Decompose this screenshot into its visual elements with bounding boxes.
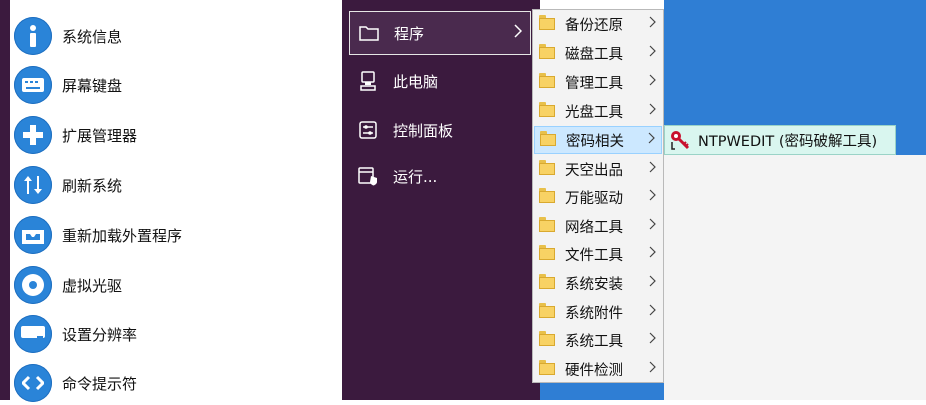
- chevron-right-icon: [649, 246, 656, 262]
- tool-item-resolution[interactable]: 设置分辨率: [14, 312, 137, 356]
- chevron-right-icon: [649, 16, 656, 32]
- tool-item-reload-external[interactable]: 重新加载外置程序: [14, 213, 182, 257]
- tool-item-extension-manager[interactable]: 扩展管理器: [14, 113, 137, 157]
- folder-icon: [539, 303, 555, 318]
- run-icon: [357, 165, 379, 187]
- submenu-label: 硬件检测: [565, 362, 623, 379]
- folder-icon: [540, 131, 556, 146]
- submenu-label: 万能驱动: [565, 190, 623, 207]
- tool-label: 扩展管理器: [62, 126, 138, 145]
- tool-label: 虚拟光驱: [62, 276, 123, 295]
- submenu-label: 光盘工具: [565, 104, 623, 121]
- start-menu-label: 运行...: [393, 167, 438, 186]
- chevron-right-icon: [648, 132, 655, 148]
- submenu-item-accessories[interactable]: 系统附件: [534, 298, 662, 326]
- tool-item-system-info[interactable]: 系统信息: [14, 14, 122, 58]
- chevron-right-icon: [649, 74, 656, 90]
- ntpwedit-label: NTPWEDIT (密码破解工具): [698, 133, 878, 150]
- chevron-right-icon: [649, 361, 656, 377]
- disc-icon: [14, 266, 52, 304]
- submenu-label: 系统安装: [565, 276, 623, 293]
- start-menu-item-programs[interactable]: 程序: [349, 11, 531, 55]
- chevron-right-icon: [514, 24, 523, 42]
- tool-label: 命令提示符: [62, 374, 138, 393]
- tool-label: 重新加载外置程序: [62, 226, 183, 245]
- submenu-label: 天空出品: [565, 162, 623, 179]
- start-menu: 程序 此电脑 控制面板 运行...: [342, 0, 540, 400]
- folder-icon: [539, 73, 555, 88]
- chevron-right-icon: [649, 189, 656, 205]
- tool-item-virtual-drive[interactable]: 虚拟光驱: [14, 263, 122, 307]
- folder-icon: [539, 44, 555, 59]
- start-menu-item-run[interactable]: 运行...: [349, 155, 531, 197]
- refresh-arrows-icon: [14, 166, 52, 204]
- resolution-icon: [14, 315, 52, 353]
- submenu-item-universal-driver[interactable]: 万能驱动: [534, 183, 662, 211]
- folder-icon: [539, 188, 555, 203]
- submenu-label: 密码相关: [566, 133, 624, 150]
- tool-label: 刷新系统: [62, 176, 123, 195]
- tray-icon: [14, 216, 52, 254]
- submenu-label: 系统工具: [565, 333, 623, 350]
- submenu-item-hardware-detect[interactable]: 硬件检测: [534, 355, 662, 383]
- tool-label: 系统信息: [62, 27, 123, 46]
- submenu-item-system-install[interactable]: 系统安装: [534, 269, 662, 297]
- start-menu-label: 程序: [394, 24, 425, 43]
- submenu-item-admin-tools[interactable]: 管理工具: [534, 68, 662, 96]
- password-submenu-item-ntpwedit[interactable]: NTPWEDIT (密码破解工具): [664, 125, 896, 155]
- plus-icon: [14, 116, 52, 154]
- folder-icon: [539, 274, 555, 289]
- submenu-label: 文件工具: [565, 247, 623, 264]
- chevron-right-icon: [649, 304, 656, 320]
- folder-icon: [539, 217, 555, 232]
- tools-panel: 系统信息 屏幕键盘 扩展管理器 刷新系统 重新加载外置程序 虚拟光驱 设置分辨率…: [10, 0, 342, 402]
- tool-item-refresh-system[interactable]: 刷新系统: [14, 163, 122, 207]
- submenu-label: 管理工具: [565, 75, 623, 92]
- tool-label: 屏幕键盘: [62, 76, 123, 95]
- submenu-item-tiankong[interactable]: 天空出品: [534, 155, 662, 183]
- submenu-item-system-tools[interactable]: 系统工具: [534, 326, 662, 354]
- folder-icon: [539, 160, 555, 175]
- chevron-right-icon: [649, 161, 656, 177]
- start-menu-label: 控制面板: [393, 121, 454, 140]
- folder-icon: [539, 331, 555, 346]
- start-menu-item-control-panel[interactable]: 控制面板: [349, 109, 531, 151]
- chevron-right-icon: [649, 45, 656, 61]
- keyboard-icon: [14, 66, 52, 104]
- tool-item-onscreen-keyboard[interactable]: 屏幕键盘: [14, 63, 122, 107]
- computer-icon: [357, 70, 379, 92]
- folder-icon: [539, 15, 555, 30]
- submenu-label: 网络工具: [565, 219, 623, 236]
- tool-item-command-prompt[interactable]: 命令提示符: [14, 361, 137, 405]
- chevron-right-icon: [649, 218, 656, 234]
- submenu-label: 系统附件: [565, 305, 623, 322]
- folder-icon: [539, 360, 555, 375]
- submenu-item-network-tools[interactable]: 网络工具: [534, 212, 662, 240]
- folder-icon: [358, 22, 380, 44]
- submenu-item-disc-tools[interactable]: 光盘工具: [534, 97, 662, 125]
- start-menu-item-this-pc[interactable]: 此电脑: [349, 60, 531, 102]
- desktop-edge: [0, 0, 10, 400]
- submenu-item-backup-restore[interactable]: 备份还原: [534, 10, 662, 38]
- chevron-right-icon: [649, 275, 656, 291]
- programs-submenu: 备份还原 磁盘工具 管理工具 光盘工具 密码相关 天空出品 万能驱动 网络工具: [532, 9, 664, 383]
- start-menu-label: 此电脑: [393, 72, 439, 91]
- tool-label: 设置分辨率: [62, 325, 138, 344]
- submenu-item-disk-tools[interactable]: 磁盘工具: [534, 39, 662, 67]
- control-panel-icon: [357, 119, 379, 141]
- submenu-item-file-tools[interactable]: 文件工具: [534, 240, 662, 268]
- folder-icon: [539, 245, 555, 260]
- desktop-strip: [540, 383, 664, 400]
- submenu-item-password[interactable]: 密码相关: [534, 126, 662, 154]
- chevron-right-icon: [649, 103, 656, 119]
- code-icon: [14, 364, 52, 402]
- submenu-label: 磁盘工具: [565, 46, 623, 63]
- folder-icon: [539, 102, 555, 117]
- info-icon: [14, 17, 52, 55]
- desktop-background-lower: [664, 155, 926, 400]
- chevron-right-icon: [649, 332, 656, 348]
- key-icon: [670, 130, 690, 150]
- submenu-label: 备份还原: [565, 17, 623, 34]
